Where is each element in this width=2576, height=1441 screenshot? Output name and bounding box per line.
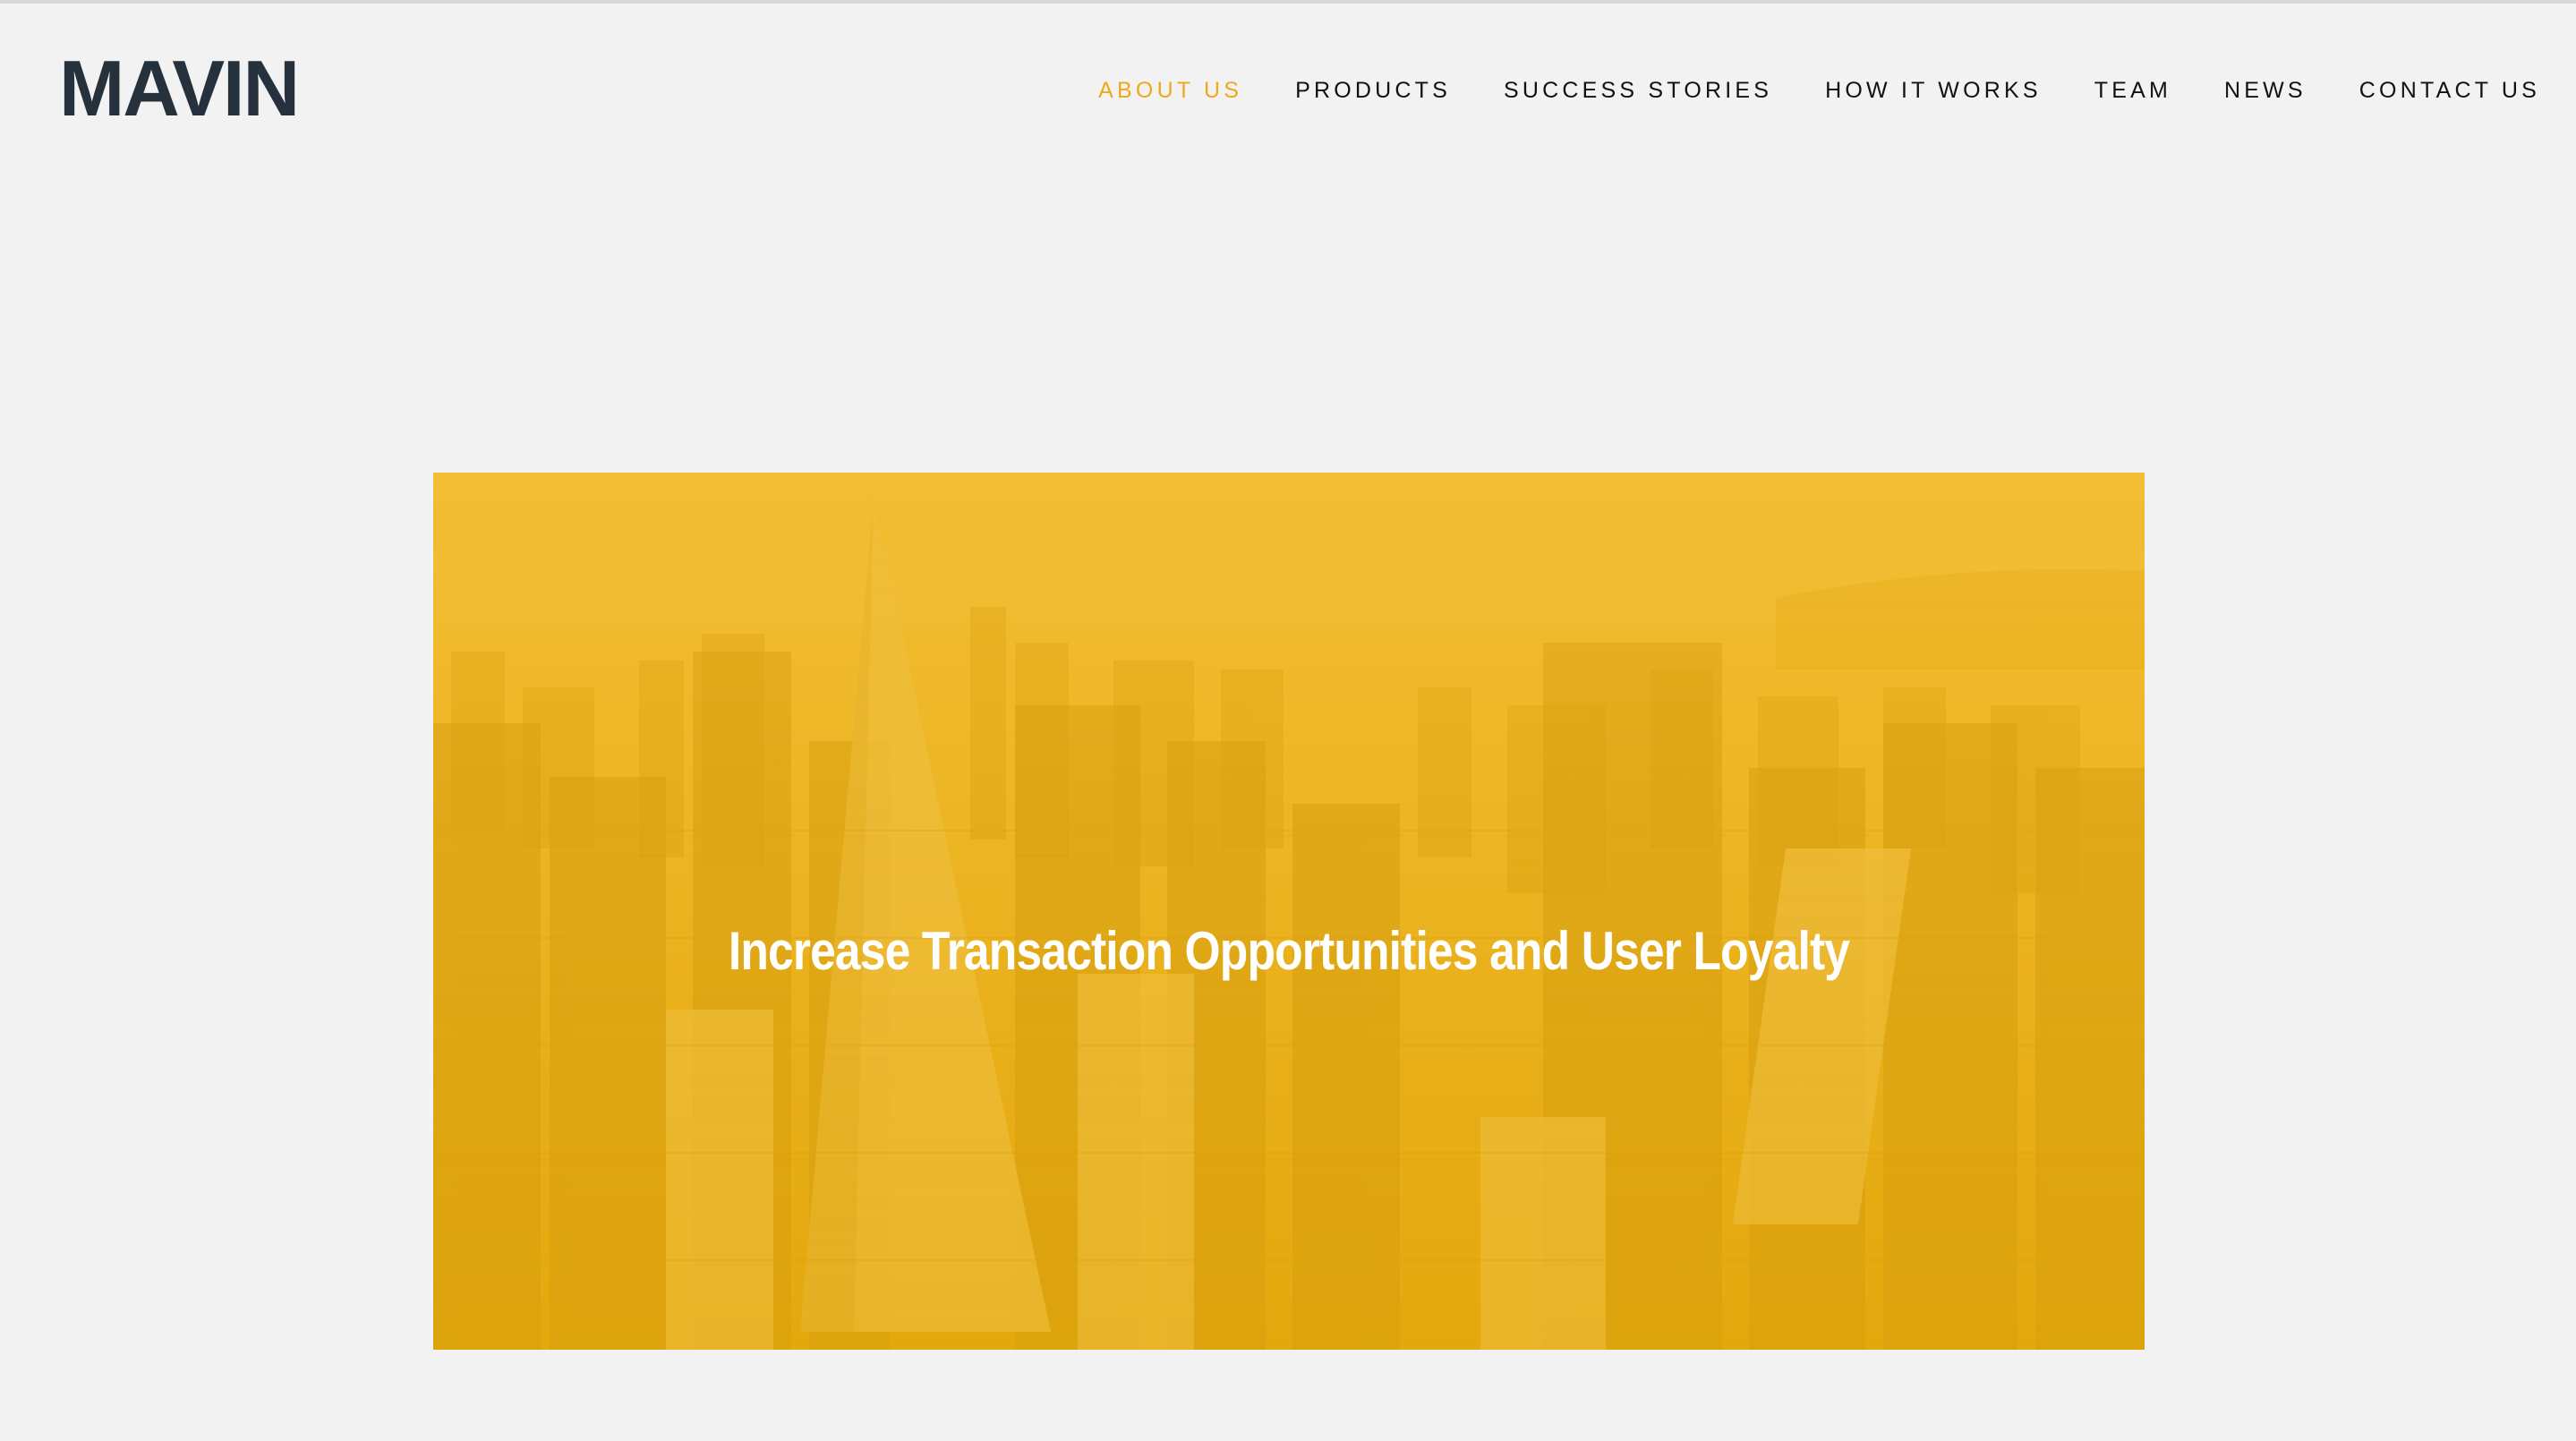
nav-item-news[interactable]: NEWS xyxy=(2224,78,2307,104)
nav-item-how-it-works[interactable]: HOW IT WORKS xyxy=(1825,78,2042,104)
hero-title: Increase Transaction Opportunities and U… xyxy=(728,921,1850,982)
hero-overlay xyxy=(433,473,2145,1350)
nav-item-success-stories[interactable]: SUCCESS STORIES xyxy=(1504,78,1772,104)
nav-item-team[interactable]: TEAM xyxy=(2094,78,2171,104)
nav-item-products[interactable]: PRODUCTS xyxy=(1295,78,1451,104)
nav-item-contact-us[interactable]: CONTACT US xyxy=(2359,78,2540,104)
hero-banner: Increase Transaction Opportunities and U… xyxy=(433,473,2145,1350)
brand-logo[interactable]: MAVIN xyxy=(59,49,300,128)
top-border xyxy=(0,0,2576,4)
nav-item-about-us[interactable]: ABOUT US xyxy=(1098,78,1242,104)
main-nav: ABOUT US PRODUCTS SUCCESS STORIES HOW IT… xyxy=(1045,75,2540,106)
